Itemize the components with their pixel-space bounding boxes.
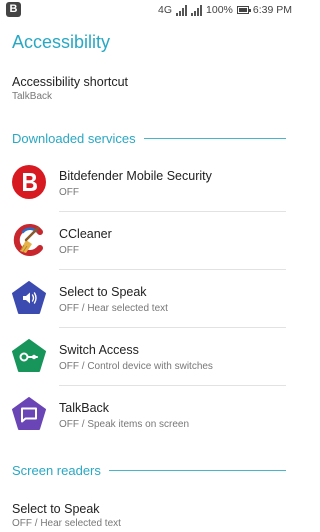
- talkback-icon: [12, 397, 46, 430]
- service-item-ccleaner[interactable]: CCleaner OFF: [0, 212, 298, 270]
- section-divider: [108, 469, 286, 471]
- accessibility-shortcut-title: Accessibility shortcut: [12, 75, 129, 89]
- status-bar: B 4G 100% 6:39 PM: [0, 0, 298, 20]
- service-status: OFF: [59, 245, 79, 256]
- service-status: OFF / Control device with switches: [59, 361, 213, 372]
- section-header-downloaded: Downloaded services: [12, 130, 286, 146]
- service-title: CCleaner: [59, 227, 112, 241]
- clock: 6:39 PM: [252, 4, 292, 16]
- bitdefender-icon: [12, 165, 46, 199]
- service-item-bitdefender[interactable]: Bitdefender Mobile Security OFF: [0, 154, 298, 212]
- switch-access-icon: [12, 339, 46, 372]
- service-title: Switch Access: [59, 343, 139, 357]
- section-title-downloaded: Downloaded services: [12, 130, 136, 146]
- service-item-talkback[interactable]: TalkBack OFF / Speak items on screen: [0, 386, 298, 444]
- service-title: TalkBack: [59, 401, 110, 415]
- ccleaner-icon: [13, 224, 43, 256]
- accessibility-shortcut-item[interactable]: Accessibility shortcut TalkBack: [12, 75, 128, 102]
- service-status: OFF / Hear selected text: [59, 303, 168, 314]
- service-status: OFF: [59, 187, 79, 198]
- service-title: Bitdefender Mobile Security: [59, 169, 212, 183]
- network-type: 4G: [158, 4, 173, 16]
- signal-sim2-icon: [191, 4, 203, 16]
- battery-percent: 100%: [206, 4, 233, 16]
- battery-icon: [236, 6, 251, 14]
- screen-reader-subtitle: OFF / Hear selected text: [12, 518, 121, 529]
- service-item-select-to-speak[interactable]: Select to Speak OFF / Hear selected text: [0, 270, 298, 328]
- section-divider: [143, 137, 286, 139]
- section-header-screen-readers: Screen readers: [12, 462, 286, 478]
- service-item-switch-access[interactable]: Switch Access OFF / Control device with …: [0, 328, 298, 386]
- service-status: OFF / Speak items on screen: [59, 419, 190, 430]
- page-title: Accessibility: [12, 32, 111, 52]
- signal-sim1-icon: [176, 4, 188, 16]
- accessibility-shortcut-subtitle: TalkBack: [12, 91, 53, 102]
- notification-app-icon: B: [6, 2, 21, 17]
- service-title: Select to Speak: [59, 285, 147, 299]
- select-to-speak-icon: [12, 281, 46, 314]
- screen-reader-item-select-to-speak[interactable]: Select to Speak OFF / Hear selected text: [12, 502, 121, 529]
- screen-reader-title: Select to Speak: [12, 502, 100, 516]
- status-icons: 4G 100% 6:39 PM: [158, 3, 292, 17]
- section-title-screen-readers: Screen readers: [12, 462, 101, 478]
